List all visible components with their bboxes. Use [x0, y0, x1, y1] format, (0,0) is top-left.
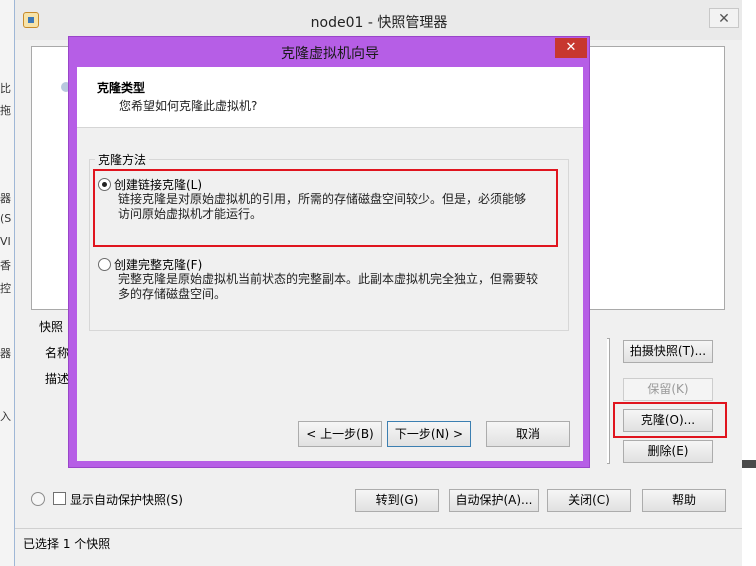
snapshot-name-label: 名称 [45, 346, 70, 360]
background-text: 拖 [0, 104, 11, 117]
clone-wizard-header: 克隆类型 您希望如何克隆此虚拟机? [77, 67, 583, 128]
snapshot-description-label: 描述 [45, 372, 70, 386]
goto-button[interactable]: 转到(G) [355, 489, 439, 512]
back-button[interactable]: < 上一步(B) [298, 421, 382, 447]
delete-button[interactable]: 删除(E) [623, 440, 713, 463]
full-clone-description-line1: 完整克隆是原始虚拟机当前状态的完整副本。此副本虚拟机完全独立，但需要较 [118, 272, 539, 286]
background-text: 器 [0, 192, 11, 205]
background-text: 入 [0, 410, 11, 423]
clone-wizard-header-title: 克隆类型 [97, 81, 146, 95]
clone-button-highlight [613, 402, 727, 438]
background-text: 控 [0, 282, 11, 295]
full-clone-label[interactable]: 创建完整克隆(F) [114, 256, 202, 273]
status-bar-divider [15, 528, 743, 529]
snapshot-description-field[interactable] [607, 338, 610, 464]
background-text: 比 [0, 82, 11, 95]
cancel-button[interactable]: 取消 [486, 421, 570, 447]
show-autoprotect-label[interactable]: 显示自动保护快照(S) [70, 491, 183, 508]
background-text: 器 [0, 347, 11, 360]
full-clone-description-line2: 多的存储磁盘空间。 [118, 287, 227, 301]
keep-button[interactable]: 保留(K) [623, 378, 713, 401]
close-button[interactable]: 关闭(C) [547, 489, 631, 512]
status-text: 已选择 1 个快照 [23, 537, 111, 551]
clone-wizard-header-subtitle: 您希望如何克隆此虚拟机? [119, 99, 258, 113]
show-autoprotect-checkbox[interactable] [53, 492, 66, 505]
background-edge [742, 460, 756, 468]
background-text: (S [0, 212, 12, 225]
clone-method-group-label: 克隆方法 [95, 151, 150, 168]
full-clone-radio[interactable] [98, 258, 111, 271]
autoprotect-icon [31, 492, 45, 506]
help-button[interactable]: 帮助 [642, 489, 726, 512]
snapshot-details-group-label: 快照 [39, 320, 64, 334]
clone-wizard-title: 克隆虚拟机向导 [281, 46, 379, 62]
background-text: VI [0, 235, 11, 248]
window-close-button[interactable]: ✕ [709, 8, 739, 28]
take-snapshot-button[interactable]: 拍摄快照(T)... [623, 340, 713, 363]
snapshot-manager-title: node01 - 快照管理器 [310, 15, 448, 31]
background-text: 香 [0, 259, 11, 272]
background-app-panel: 比 拖 器 (S VI 香 控 器 入 [0, 0, 15, 566]
next-button[interactable]: 下一步(N) > [387, 421, 471, 447]
clone-wizard-close-button[interactable]: ✕ [555, 38, 587, 58]
linked-clone-highlight [93, 169, 558, 247]
autoprotect-button[interactable]: 自动保护(A)... [449, 489, 539, 512]
clone-wizard-body: 克隆类型 您希望如何克隆此虚拟机? 克隆方法 创建链接克隆(L) 链接克隆是对原… [77, 67, 583, 461]
clone-wizard-dialog: 克隆虚拟机向导 ✕ 克隆类型 您希望如何克隆此虚拟机? 克隆方法 创建链接克隆(… [68, 36, 590, 468]
background-desktop [742, 0, 756, 566]
